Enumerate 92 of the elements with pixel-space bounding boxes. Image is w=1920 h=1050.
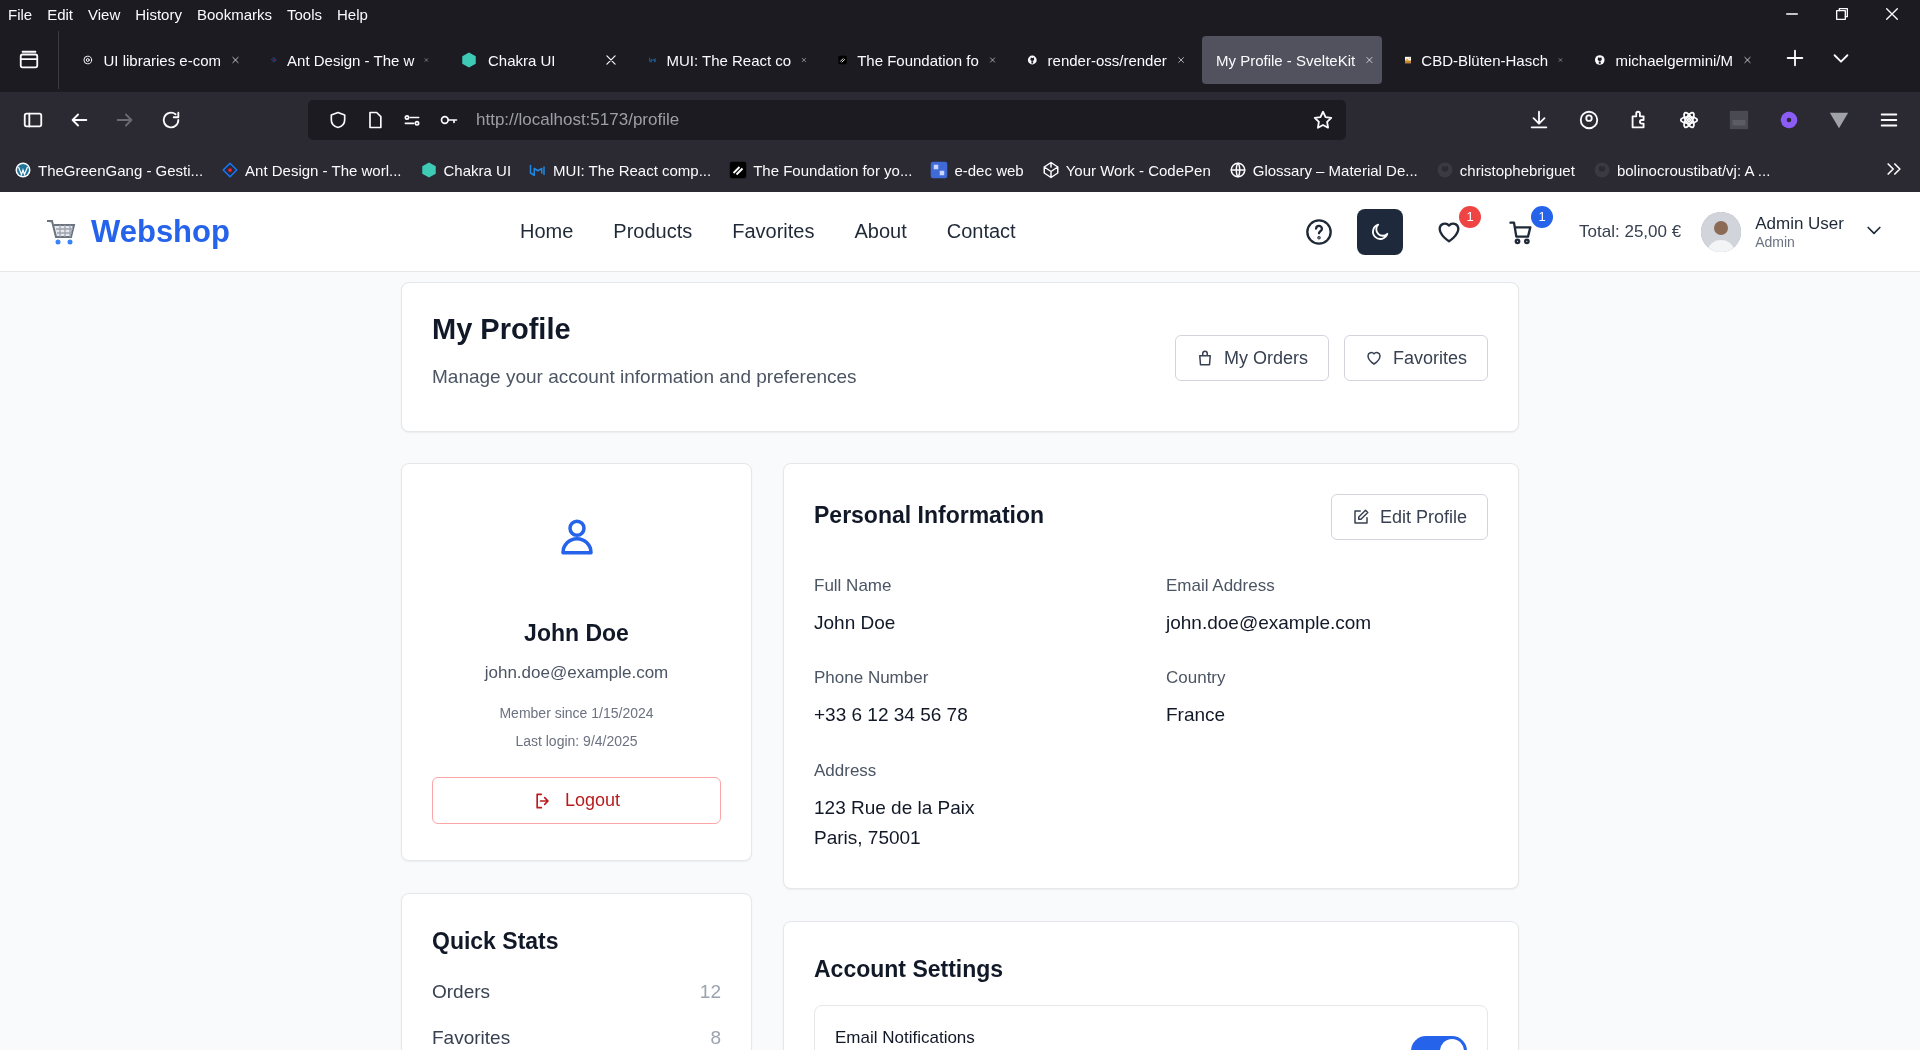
logout-button[interactable]: Logout [432,777,721,824]
edit-profile-button[interactable]: Edit Profile [1330,494,1488,540]
field-label: Address [814,760,878,781]
last-login: Last login: 9/4/2025 [515,733,638,749]
nav-link[interactable]: About [854,220,907,243]
field-value: 123 Rue de la Paix Paris, 75001 [814,795,976,851]
nav-link[interactable]: Home [519,220,574,243]
page-title: My Profile [432,313,572,346]
heart-icon [1364,349,1383,367]
menu-item[interactable]: History [135,5,182,23]
field-label: Full Name [814,576,893,596]
edit-icon [1351,508,1370,526]
stat-label: Orders [432,981,491,1003]
action-button[interactable]: My Orders [1174,335,1329,381]
wordpress-icon [14,161,32,179]
browser-tab[interactable]: My Profile - SvelteKit [1202,36,1382,84]
browser-tab[interactable]: The Foundation fo [824,36,1004,84]
field-value: France [1166,703,1227,728]
page-subtitle: Manage your account information and preferences [432,366,857,388]
close-icon[interactable] [604,53,618,67]
section-title: Quick Stats [432,928,560,955]
stat-value: 12 [699,981,721,1003]
bookmark[interactable]: christophebriguet [1435,161,1575,179]
stat-value: 8 [710,1027,721,1049]
dark-mode-button[interactable] [1357,208,1404,255]
browser-tab[interactable]: CBD-Blüten-Hasch [1391,36,1571,84]
profile-name: John Doe [524,620,629,647]
menu-item[interactable]: File [8,5,33,23]
nav-link[interactable]: Favorites [732,220,815,243]
restore-icon[interactable] [1834,6,1850,22]
address-bar[interactable]: http://localhost:5173/profile [308,100,1346,140]
grid-icon [930,161,949,179]
member-since: Member since 1/15/2024 [499,705,654,721]
bookmark[interactable]: bolinocroustibat/vj: A ... [1592,161,1771,179]
field-label: Country [1166,668,1227,689]
browser-tab[interactable]: Chakra UI [446,36,626,84]
globe-icon [1228,161,1247,179]
diamond-icon [221,161,240,179]
gear-icon[interactable] [1778,109,1800,131]
browser-tab[interactable]: render-oss/render [1013,36,1193,84]
cart-total: Total: 25,00 € [1579,221,1682,242]
user-role: Admin [1755,233,1796,250]
brand-name[interactable]: Webshop [91,213,230,250]
bookmark[interactable]: The Foundation for yo... [729,161,913,179]
bookmark[interactable]: Chakra UI [419,161,512,179]
favorites-count-badge: 1 [1459,205,1482,228]
menu-item[interactable]: Tools [287,5,322,23]
browser-tab[interactable]: michaelgermini/M [1580,36,1760,84]
reload-icon[interactable] [160,109,182,131]
profile-email: john.doe@example.com [484,663,669,683]
tabs-icon[interactable] [18,49,40,71]
setting-label: Email Notifications [835,1028,975,1049]
new-tab-icon[interactable] [1784,47,1806,69]
cart-count-badge: 1 [1531,205,1554,228]
browser-tab[interactable]: Ant Design - The w [257,36,437,84]
user-name: Admin User [1755,213,1844,234]
nav-link[interactable]: Products [613,220,693,243]
hexagon-icon [460,51,478,69]
field-label: Email Address [1166,576,1276,596]
url-text: http://localhost:5173/profile [476,110,681,130]
close-icon[interactable] [1884,6,1900,22]
help-icon[interactable] [1305,217,1334,246]
field-value: john.doe@example.com [1166,611,1373,635]
bookmark[interactable]: Glossary – Material De... [1228,161,1418,179]
download-icon[interactable] [1528,109,1550,131]
action-button[interactable]: Favorites [1343,335,1488,381]
menu-item[interactable]: Help [337,5,368,23]
avatar[interactable] [1701,211,1742,252]
cube-icon [1041,161,1060,179]
browser-tab[interactable]: UI libraries e-com [68,36,248,84]
bookmark[interactable]: MUI: The React comp... [529,161,712,179]
bookmark[interactable]: TheGreenGang - Gesti... [14,161,204,179]
browser-tab[interactable]: MUI: The React co [635,36,815,84]
hexagon-icon [419,161,438,179]
stat-label: Favorites [432,1027,511,1049]
bookmark[interactable]: Your Work - CodePen [1041,161,1211,179]
menu-item[interactable]: Bookmarks [196,5,272,23]
bookmark[interactable]: Ant Design - The worl... [221,161,402,179]
field-value: +33 6 12 34 56 78 [814,703,969,728]
section-title: Personal Information [814,502,1045,529]
star-icon[interactable] [1312,109,1334,131]
field-value: John Doe [814,611,897,635]
slash-icon [729,161,748,179]
shield-icon [328,110,348,130]
field-label: Phone Number [814,668,930,689]
account-icon[interactable] [1578,109,1600,131]
section-title: Account Settings [814,956,1005,983]
atom-icon[interactable] [1678,109,1700,131]
nav-link[interactable]: Contact [946,220,1016,243]
menu-item[interactable]: View [88,5,121,23]
bookmark[interactable]: e-dec web [930,161,1024,179]
menu-item[interactable]: Edit [47,5,74,23]
